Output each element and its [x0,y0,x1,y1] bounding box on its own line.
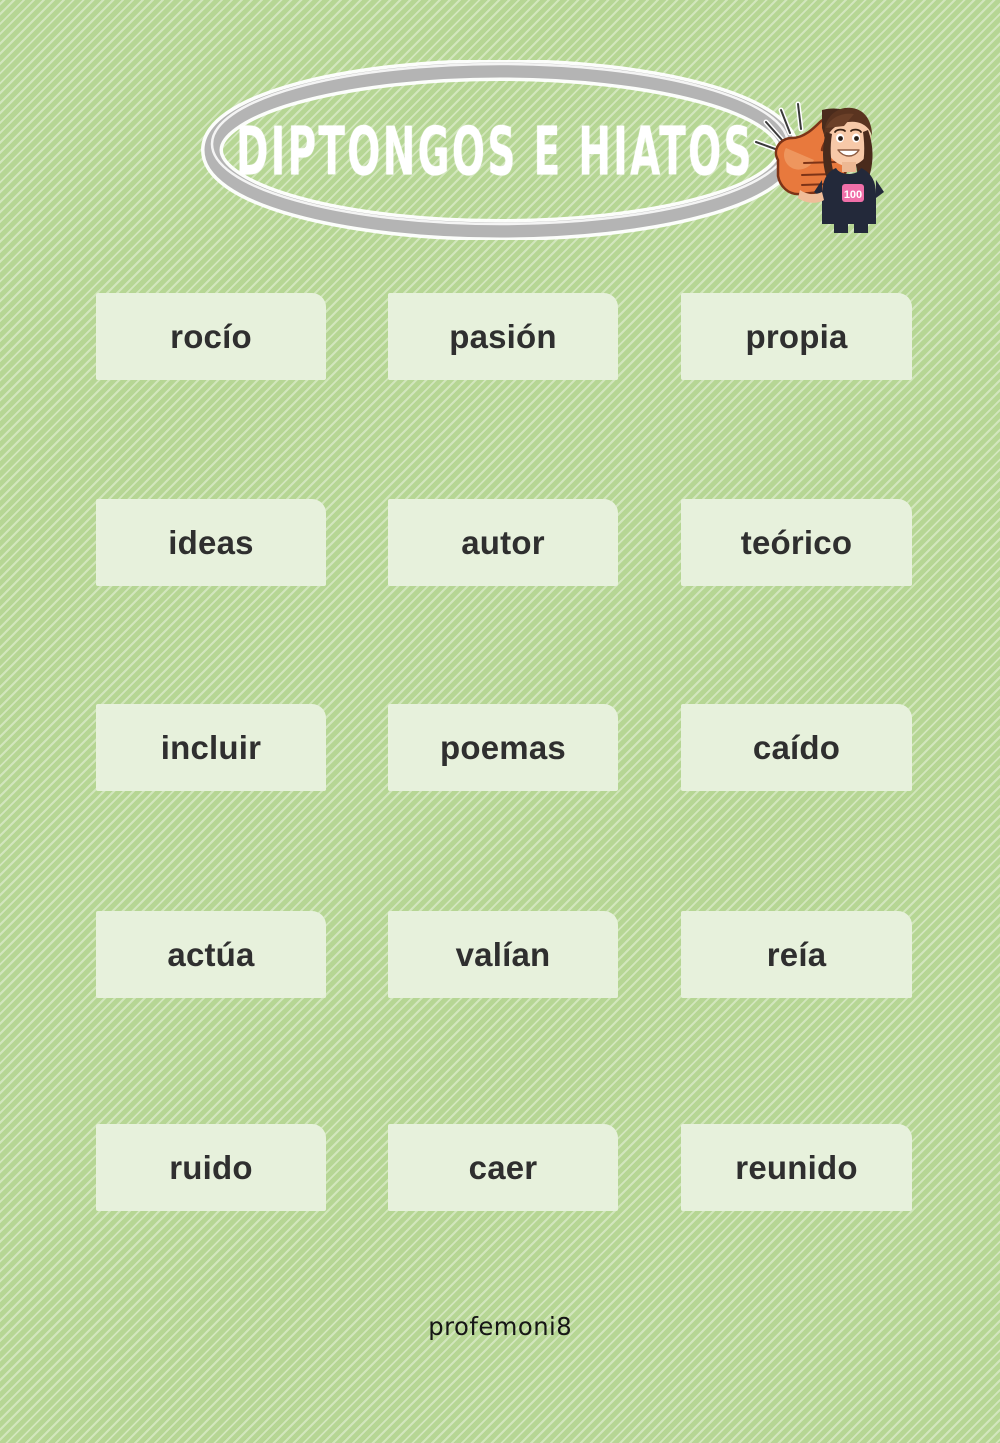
word-card-label: valían [455,936,551,973]
word-card-label: incluir [160,729,262,766]
word-card[interactable]: valían [388,911,618,998]
word-card-grid: rocío pasión propia ideas autor teórico inclui… [0,0,1000,1443]
word-card[interactable]: caído [681,704,912,791]
word-card[interactable]: pasión [388,293,618,380]
word-card-label: ideas [168,524,254,561]
word-card-label: autor [461,524,545,561]
word-card[interactable]: reunido [681,1124,912,1211]
word-card[interactable]: ruido [96,1124,326,1211]
word-card-label: caído [752,729,841,766]
word-card-label: propia [745,318,848,355]
word-card-label: reunido [735,1149,858,1186]
word-card[interactable]: autor [388,499,618,586]
word-card-label: teórico [740,524,853,561]
word-card[interactable]: reía [681,911,912,998]
footer: profemoni8 [0,1312,1000,1341]
word-card-label: poemas [440,729,566,766]
word-card[interactable]: propia [681,293,912,380]
word-card[interactable]: rocío [96,293,326,380]
word-card[interactable]: caer [388,1124,618,1211]
word-card-label: caer [468,1149,538,1186]
word-card-label: pasión [449,318,557,355]
worksheet-page: DIPTONGOS E HIATOS 100 rocío pasión prop… [0,0,1000,1443]
word-card[interactable]: ideas [96,499,326,586]
author-credit: profemoni8 [428,1312,572,1341]
word-card[interactable]: incluir [96,704,326,791]
word-card[interactable]: teórico [681,499,912,586]
word-card-label: ruido [169,1149,253,1186]
word-card-label: rocío [170,318,252,355]
word-card[interactable]: poemas [388,704,618,791]
word-card-label: reía [766,936,827,973]
word-card-label: actúa [167,936,255,973]
word-card[interactable]: actúa [96,911,326,998]
